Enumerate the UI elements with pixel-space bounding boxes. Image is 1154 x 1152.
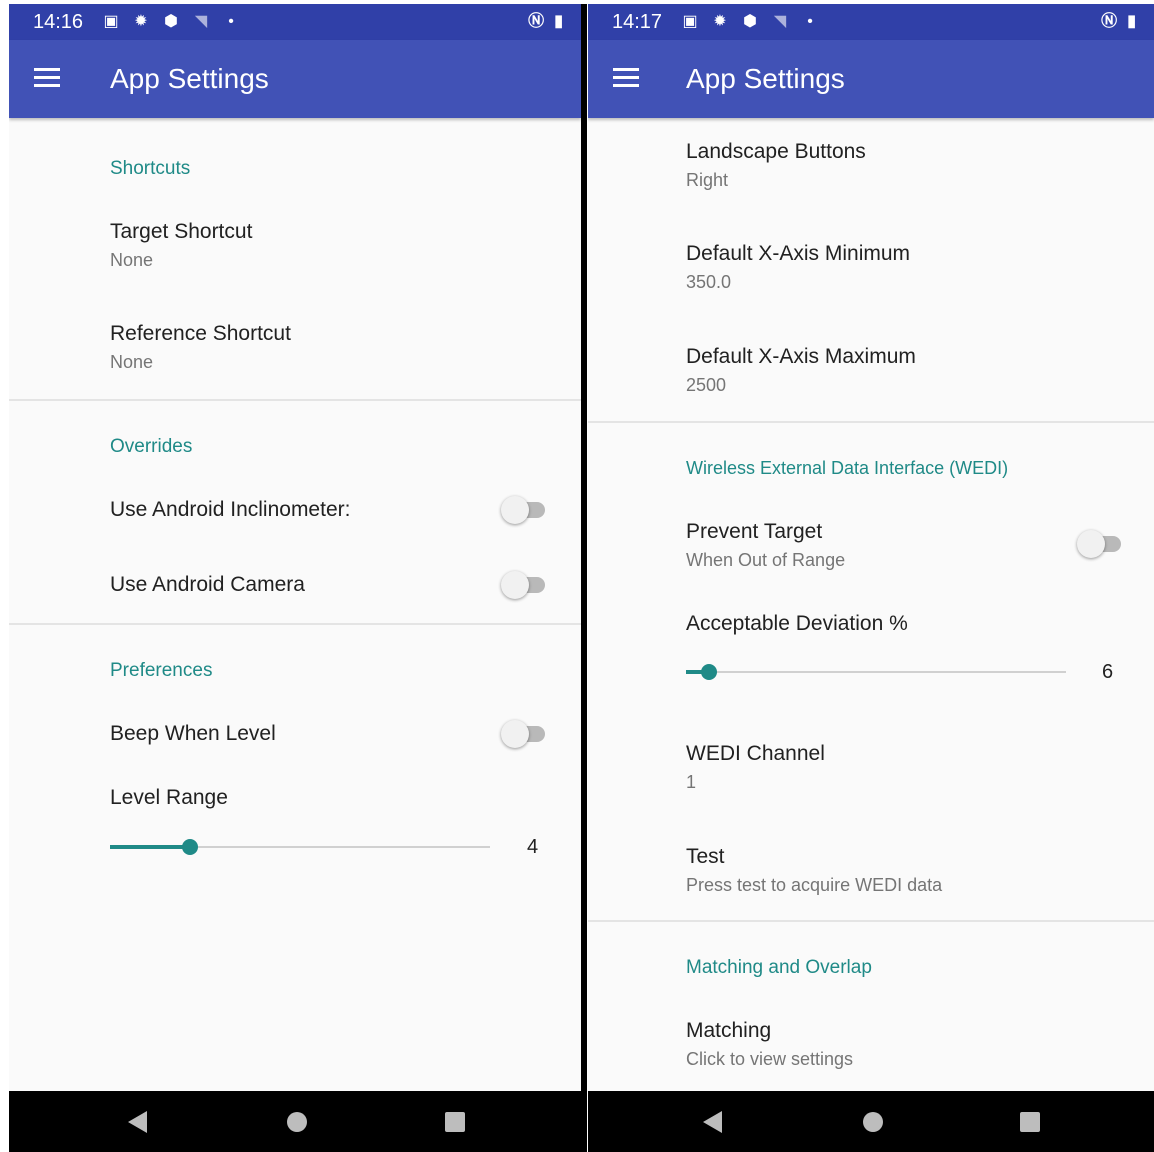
pref-title: Acceptable Deviation % (686, 612, 908, 635)
category-overrides: Overrides (110, 436, 193, 457)
slider-value: 6 (1102, 661, 1114, 683)
nfc-icon: Ⓝ (528, 13, 545, 30)
settings-list[interactable]: Shortcuts Target Shortcut None Reference… (9, 118, 581, 1091)
pref-title: Target Shortcut (110, 220, 253, 243)
pref-title: Landscape Buttons (686, 140, 866, 163)
divider (9, 623, 581, 625)
category-matching: Matching and Overlap (686, 957, 872, 978)
pref-summary: When Out of Range (686, 550, 846, 570)
pref-summary: 350.0 (686, 272, 732, 292)
status-time: 14:16 (33, 11, 84, 33)
prevent-target-switch[interactable] (1077, 530, 1123, 558)
status-bar: 14:17 ▣ ✹ ⬢ ◥ • Ⓝ ▮ (588, 4, 1154, 40)
deviation-slider[interactable] (686, 662, 1066, 682)
pref-title: WEDI Channel (686, 742, 825, 765)
screen-divider (581, 4, 587, 1152)
battery-icon: ▮ (554, 13, 563, 30)
navigation-bar (588, 1091, 1154, 1152)
image-icon: ▣ (103, 13, 119, 30)
pref-title: Use Android Inclinometer: (110, 498, 351, 521)
dot-icon: • (807, 13, 813, 30)
status-bar: 14:16 ▣ ✹ ⬢ ◥ • Ⓝ ▮ (9, 4, 581, 40)
menu-icon[interactable] (613, 68, 639, 88)
pref-summary: Press test to acquire WEDI data (686, 875, 943, 895)
page-title: App Settings (110, 63, 269, 94)
battery-icon: ▮ (1127, 13, 1136, 30)
left-screen: 14:16 ▣ ✹ ⬢ ◥ • Ⓝ ▮ App Settings Shortcu… (9, 4, 581, 1152)
pref-title: Beep When Level (110, 722, 276, 745)
divider (588, 920, 1154, 922)
pref-summary: None (110, 352, 154, 372)
right-screen: 14:17 ▣ ✹ ⬢ ◥ • Ⓝ ▮ App Settings Landsca… (588, 4, 1154, 1152)
pref-title: Test (686, 845, 725, 868)
category-shortcuts: Shortcuts (110, 158, 191, 179)
wifi-icon: ◥ (194, 13, 208, 30)
back-icon[interactable] (703, 1111, 722, 1133)
pref-title: Default X-Axis Minimum (686, 242, 911, 265)
back-icon[interactable] (128, 1111, 147, 1133)
gear-icon: ✹ (713, 13, 727, 30)
beep-switch[interactable] (501, 720, 547, 748)
pref-title: Level Range (110, 786, 228, 809)
divider (588, 421, 1154, 423)
slider-thumb[interactable] (181, 839, 198, 855)
recents-icon[interactable] (445, 1112, 465, 1132)
page-title: App Settings (686, 63, 845, 94)
level-range-slider[interactable] (110, 837, 490, 857)
navigation-bar (9, 1091, 581, 1152)
divider (9, 399, 581, 401)
settings-list[interactable]: Landscape Buttons Right Default X-Axis M… (588, 118, 1154, 1091)
pref-title: Prevent Target (686, 520, 823, 543)
recents-icon[interactable] (1020, 1112, 1040, 1132)
camera-switch[interactable] (501, 571, 547, 599)
home-icon[interactable] (863, 1112, 883, 1132)
dot-icon: • (228, 13, 234, 30)
pref-summary: Right (686, 170, 729, 190)
inclinometer-switch[interactable] (501, 496, 547, 524)
menu-icon[interactable] (34, 68, 60, 88)
pref-summary: None (110, 250, 154, 270)
category-wedi: Wireless External Data Interface (WEDI) (686, 458, 1009, 478)
pref-summary: 1 (686, 772, 697, 792)
pref-title: Matching (686, 1019, 772, 1042)
app-bar: App Settings (588, 40, 1154, 118)
slider-thumb[interactable] (700, 664, 717, 680)
home-icon[interactable] (287, 1112, 307, 1132)
pref-summary: 2500 (686, 375, 727, 395)
shield-icon: ⬢ (164, 13, 178, 30)
pref-summary: Click to view settings (686, 1049, 854, 1069)
shield-icon: ⬢ (743, 13, 757, 30)
nfc-icon: Ⓝ (1101, 13, 1118, 30)
status-time: 14:17 (612, 11, 663, 33)
pref-title: Default X-Axis Maximum (686, 345, 916, 368)
wifi-icon: ◥ (773, 13, 787, 30)
image-icon: ▣ (682, 13, 698, 30)
gear-icon: ✹ (134, 13, 148, 30)
pref-title: Use Android Camera (110, 573, 305, 596)
slider-value: 4 (527, 836, 539, 858)
category-preferences: Preferences (110, 660, 213, 681)
app-bar: App Settings (9, 40, 581, 118)
pref-title: Reference Shortcut (110, 322, 291, 345)
